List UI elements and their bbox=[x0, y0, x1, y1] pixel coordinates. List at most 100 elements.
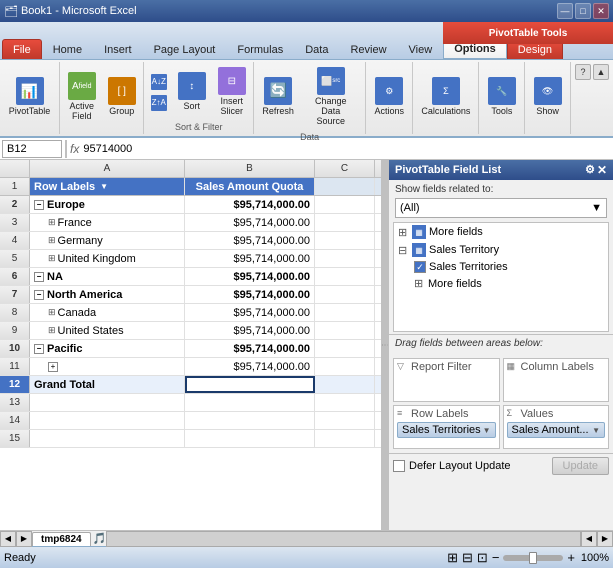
cell-a4[interactable]: ⊞ Germany bbox=[30, 232, 185, 249]
values-chip[interactable]: Sales Amount... ▼ bbox=[507, 422, 606, 438]
list-item[interactable]: ⊞ More fields bbox=[394, 275, 608, 292]
values-chip-arrow[interactable]: ▼ bbox=[592, 426, 600, 435]
sheet-prev-button[interactable]: ◀ bbox=[0, 531, 16, 547]
sort-za-button[interactable]: Z↑A bbox=[147, 93, 171, 113]
cell-b6[interactable]: $95,714,000.00 bbox=[185, 268, 315, 285]
tab-home[interactable]: Home bbox=[42, 39, 93, 59]
cell-b2[interactable]: $95,714,000.00 bbox=[185, 196, 315, 213]
ribbon-collapse-button[interactable]: ▲ bbox=[593, 64, 609, 80]
cell-b4[interactable]: $95,714,000.00 bbox=[185, 232, 315, 249]
scroll-right-button[interactable]: ▶ bbox=[597, 531, 613, 547]
update-button[interactable]: Update bbox=[552, 457, 609, 475]
cell-a13[interactable] bbox=[30, 394, 185, 411]
row-labels-chip-arrow[interactable]: ▼ bbox=[483, 426, 491, 435]
cell-a7[interactable]: −North America bbox=[30, 286, 185, 303]
cell-a3[interactable]: ⊞ France bbox=[30, 214, 185, 231]
defer-checkbox[interactable] bbox=[393, 460, 405, 472]
cell-b13[interactable] bbox=[185, 394, 315, 411]
actions-button[interactable]: ⚙ Actions bbox=[370, 74, 410, 120]
formula-input[interactable] bbox=[83, 140, 611, 158]
list-item[interactable]: ⊟ ▦ Sales Territory bbox=[394, 241, 608, 259]
sheet-tab-scroll-icon[interactable]: 🎵 bbox=[93, 532, 107, 545]
sheet-next-button[interactable]: ▶ bbox=[16, 531, 32, 547]
insert-slicer-button[interactable]: ⊟ InsertSlicer bbox=[213, 64, 251, 120]
tools-button[interactable]: 🔧 Tools bbox=[483, 74, 521, 120]
pivot-panel-settings-icon[interactable]: ⚙ bbox=[585, 163, 595, 177]
col-b-header[interactable]: B bbox=[185, 160, 315, 177]
cell-a2[interactable]: −Europe bbox=[30, 196, 185, 213]
tab-insert[interactable]: Insert bbox=[93, 39, 143, 59]
cell-a1[interactable]: Row Labels ▼ bbox=[30, 178, 185, 195]
calculations-button[interactable]: Σ Calculations bbox=[416, 74, 475, 120]
cell-b5[interactable]: $95,714,000.00 bbox=[185, 250, 315, 267]
expand-11[interactable]: + bbox=[48, 362, 58, 372]
row-labels-dropdown[interactable]: ▼ bbox=[97, 180, 111, 194]
sort-az-button[interactable]: A↓Z bbox=[147, 72, 171, 92]
cell-a12[interactable]: Grand Total bbox=[30, 376, 185, 393]
expand-pacific[interactable]: − bbox=[34, 344, 44, 354]
group-button[interactable]: [ ] Group bbox=[103, 74, 141, 120]
refresh-button[interactable]: 🔄 Refresh bbox=[258, 74, 298, 120]
pivot-panel-close-button[interactable]: ✕ bbox=[597, 163, 607, 177]
zoom-thumb[interactable] bbox=[529, 552, 537, 564]
cell-b11[interactable]: $95,714,000.00 bbox=[185, 358, 315, 375]
cell-b3[interactable]: $95,714,000.00 bbox=[185, 214, 315, 231]
cell-a6[interactable]: −NA bbox=[30, 268, 185, 285]
name-box[interactable]: B12 bbox=[2, 140, 62, 158]
layout-preview-icon[interactable]: ⊡ bbox=[477, 550, 488, 566]
active-field-button[interactable]: Afield ActiveField bbox=[63, 69, 101, 125]
horizontal-scrollbar[interactable] bbox=[106, 531, 581, 547]
cell-a11[interactable]: + bbox=[30, 358, 185, 375]
col-a-header[interactable]: A bbox=[30, 160, 185, 177]
show-fields-dropdown[interactable]: (All) ▼ bbox=[395, 198, 607, 218]
expand-sales-territory-icon[interactable]: ⊟ bbox=[398, 244, 410, 257]
list-item[interactable]: ⊞ ▦ More fields bbox=[394, 223, 608, 241]
zoom-minus-button[interactable]: − bbox=[492, 550, 500, 565]
help-button[interactable]: ? bbox=[575, 64, 591, 80]
cell-b15[interactable] bbox=[185, 430, 315, 447]
cell-a9[interactable]: ⊞ United States bbox=[30, 322, 185, 339]
cell-a14[interactable] bbox=[30, 412, 185, 429]
tab-file[interactable]: File bbox=[2, 39, 42, 59]
tab-formulas[interactable]: Formulas bbox=[226, 39, 294, 59]
cell-b9[interactable]: $95,714,000.00 bbox=[185, 322, 315, 339]
pivottable-button[interactable]: 📊 PivotTable bbox=[4, 74, 56, 120]
col-c-header[interactable]: C bbox=[315, 160, 375, 177]
tab-data[interactable]: Data bbox=[294, 39, 339, 59]
change-data-source-button[interactable]: ⬜src Change DataSource bbox=[300, 64, 361, 130]
list-item[interactable]: ✓ Sales Territories bbox=[394, 259, 608, 275]
titlebar-controls[interactable]: — □ ✕ bbox=[557, 3, 609, 19]
cell-b8[interactable]: $95,714,000.00 bbox=[185, 304, 315, 321]
cell-a15[interactable] bbox=[30, 430, 185, 447]
maximize-button[interactable]: □ bbox=[575, 3, 591, 19]
expand-more-fields-2-icon[interactable]: ⊞ bbox=[414, 277, 426, 290]
cell-a5[interactable]: ⊞ United Kingdom bbox=[30, 250, 185, 267]
cell-b7[interactable]: $95,714,000.00 bbox=[185, 286, 315, 303]
sheet-tab-tmp6824[interactable]: tmp6824 bbox=[32, 532, 91, 546]
zoom-slider[interactable] bbox=[503, 555, 563, 561]
minimize-button[interactable]: — bbox=[557, 3, 573, 19]
expand-na[interactable]: − bbox=[34, 272, 44, 282]
cell-b12[interactable]: $95,714,000.00 bbox=[185, 376, 315, 393]
zoom-plus-button[interactable]: + bbox=[567, 550, 575, 565]
cell-b10[interactable]: $95,714,000.00 bbox=[185, 340, 315, 357]
show-button[interactable]: 👁 Show bbox=[529, 74, 567, 120]
tab-page-layout[interactable]: Page Layout bbox=[143, 39, 227, 59]
sort-button[interactable]: ↕ Sort bbox=[173, 69, 211, 115]
expand-europe[interactable]: − bbox=[34, 200, 44, 210]
cell-b1[interactable]: Sales Amount Quota bbox=[185, 178, 315, 195]
expand-north-america[interactable]: − bbox=[34, 290, 44, 300]
tab-view[interactable]: View bbox=[398, 39, 444, 59]
cell-a10[interactable]: −Pacific bbox=[30, 340, 185, 357]
layout-page-icon[interactable]: ⊟ bbox=[462, 550, 473, 566]
tab-review[interactable]: Review bbox=[339, 39, 397, 59]
titlebar-title: Book1 - Microsoft Excel bbox=[21, 5, 137, 17]
sales-territories-checkbox[interactable]: ✓ bbox=[414, 261, 426, 273]
cell-b14[interactable] bbox=[185, 412, 315, 429]
scroll-left-button[interactable]: ◀ bbox=[581, 531, 597, 547]
close-button[interactable]: ✕ bbox=[593, 3, 609, 19]
cell-a8[interactable]: ⊞ Canada bbox=[30, 304, 185, 321]
expand-more-fields-icon[interactable]: ⊞ bbox=[398, 226, 410, 239]
row-labels-chip[interactable]: Sales Territories ▼ bbox=[397, 422, 496, 438]
layout-normal-icon[interactable]: ⊞ bbox=[447, 550, 458, 566]
